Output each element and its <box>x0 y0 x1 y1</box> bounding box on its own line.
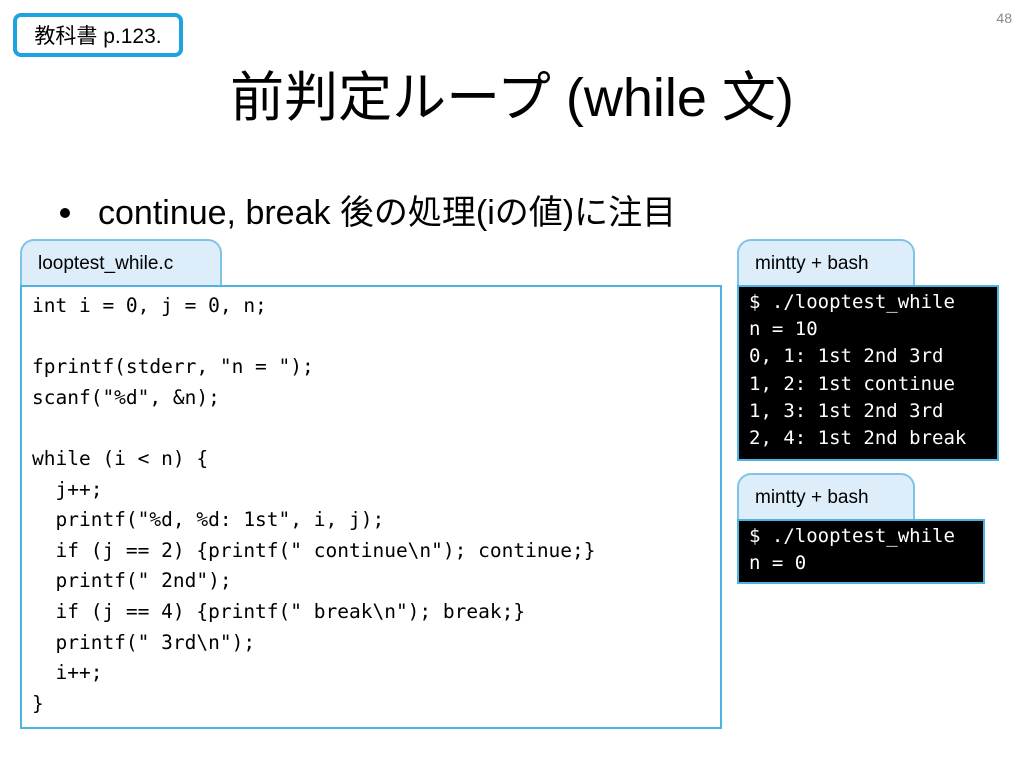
terminal-line: n = 0 <box>749 552 807 575</box>
slide-title: 前判定ループ (while 文) <box>230 68 794 128</box>
source-code-panel: int i = 0, j = 0, n; fprintf(stderr, "n … <box>20 285 722 729</box>
code-line: printf("%d, %d: 1st", i, j); <box>32 508 385 532</box>
terminal-line: n = 10 <box>749 318 818 341</box>
code-line: i++; <box>32 661 103 685</box>
source-file-tab-label: looptest_while.c <box>38 253 174 274</box>
code-line: if (j == 4) {printf(" break\n"); break;} <box>32 599 526 623</box>
code-line: scanf("%d", &n); <box>32 385 220 409</box>
code-line: fprintf(stderr, "n = "); <box>32 355 314 379</box>
terminal-2-tab: mintty + bash <box>737 473 915 519</box>
code-line: j++; <box>32 477 103 501</box>
code-line: int i = 0, j = 0, n; <box>32 294 267 317</box>
terminal-line: 2, 4: 1st 2nd break <box>749 427 967 450</box>
terminal-1-tab: mintty + bash <box>737 239 915 285</box>
bullet-text: continue, break 後の処理(iの値)に注目 <box>98 194 677 232</box>
terminal-line: 1, 3: 1st 2nd 3rd <box>749 399 944 422</box>
terminal-line: 0, 1: 1st 2nd 3rd <box>749 345 944 368</box>
page-ref-label: 教科書 p.123. <box>34 25 162 48</box>
code-line: printf(" 2nd"); <box>32 569 232 593</box>
source-file-tab: looptest_while.c <box>20 239 222 285</box>
code-line: if (j == 2) {printf(" continue\n"); cont… <box>32 538 596 562</box>
terminal-1-output: $ ./looptest_while n = 10 0, 1: 1st 2nd … <box>737 285 999 461</box>
terminal-1-text: $ ./looptest_while n = 10 0, 1: 1st 2nd … <box>749 289 997 452</box>
code-line: printf(" 3rd\n"); <box>32 630 256 654</box>
bullet-dot-icon <box>60 208 70 218</box>
bullet-point: continue, break 後の処理(iの値)に注目 <box>60 188 676 238</box>
code-line: } <box>32 691 44 715</box>
terminal-1-tab-label: mintty + bash <box>755 253 869 274</box>
terminal-2-tab-label: mintty + bash <box>755 487 869 508</box>
code-line: while (i < n) { <box>32 446 209 470</box>
source-code: int i = 0, j = 0, n; fprintf(stderr, "n … <box>32 291 720 719</box>
terminal-line: $ ./looptest_while <box>749 291 955 313</box>
terminal-line: $ ./looptest_while <box>749 525 955 547</box>
terminal-line: 1, 2: 1st continue <box>749 372 955 395</box>
slide-number: 48 <box>996 10 1012 26</box>
textbook-page-reference: 教科書 p.123. <box>13 13 183 57</box>
terminal-2-output: $ ./looptest_while n = 0 <box>737 519 985 584</box>
terminal-2-text: $ ./looptest_while n = 0 <box>749 523 983 577</box>
